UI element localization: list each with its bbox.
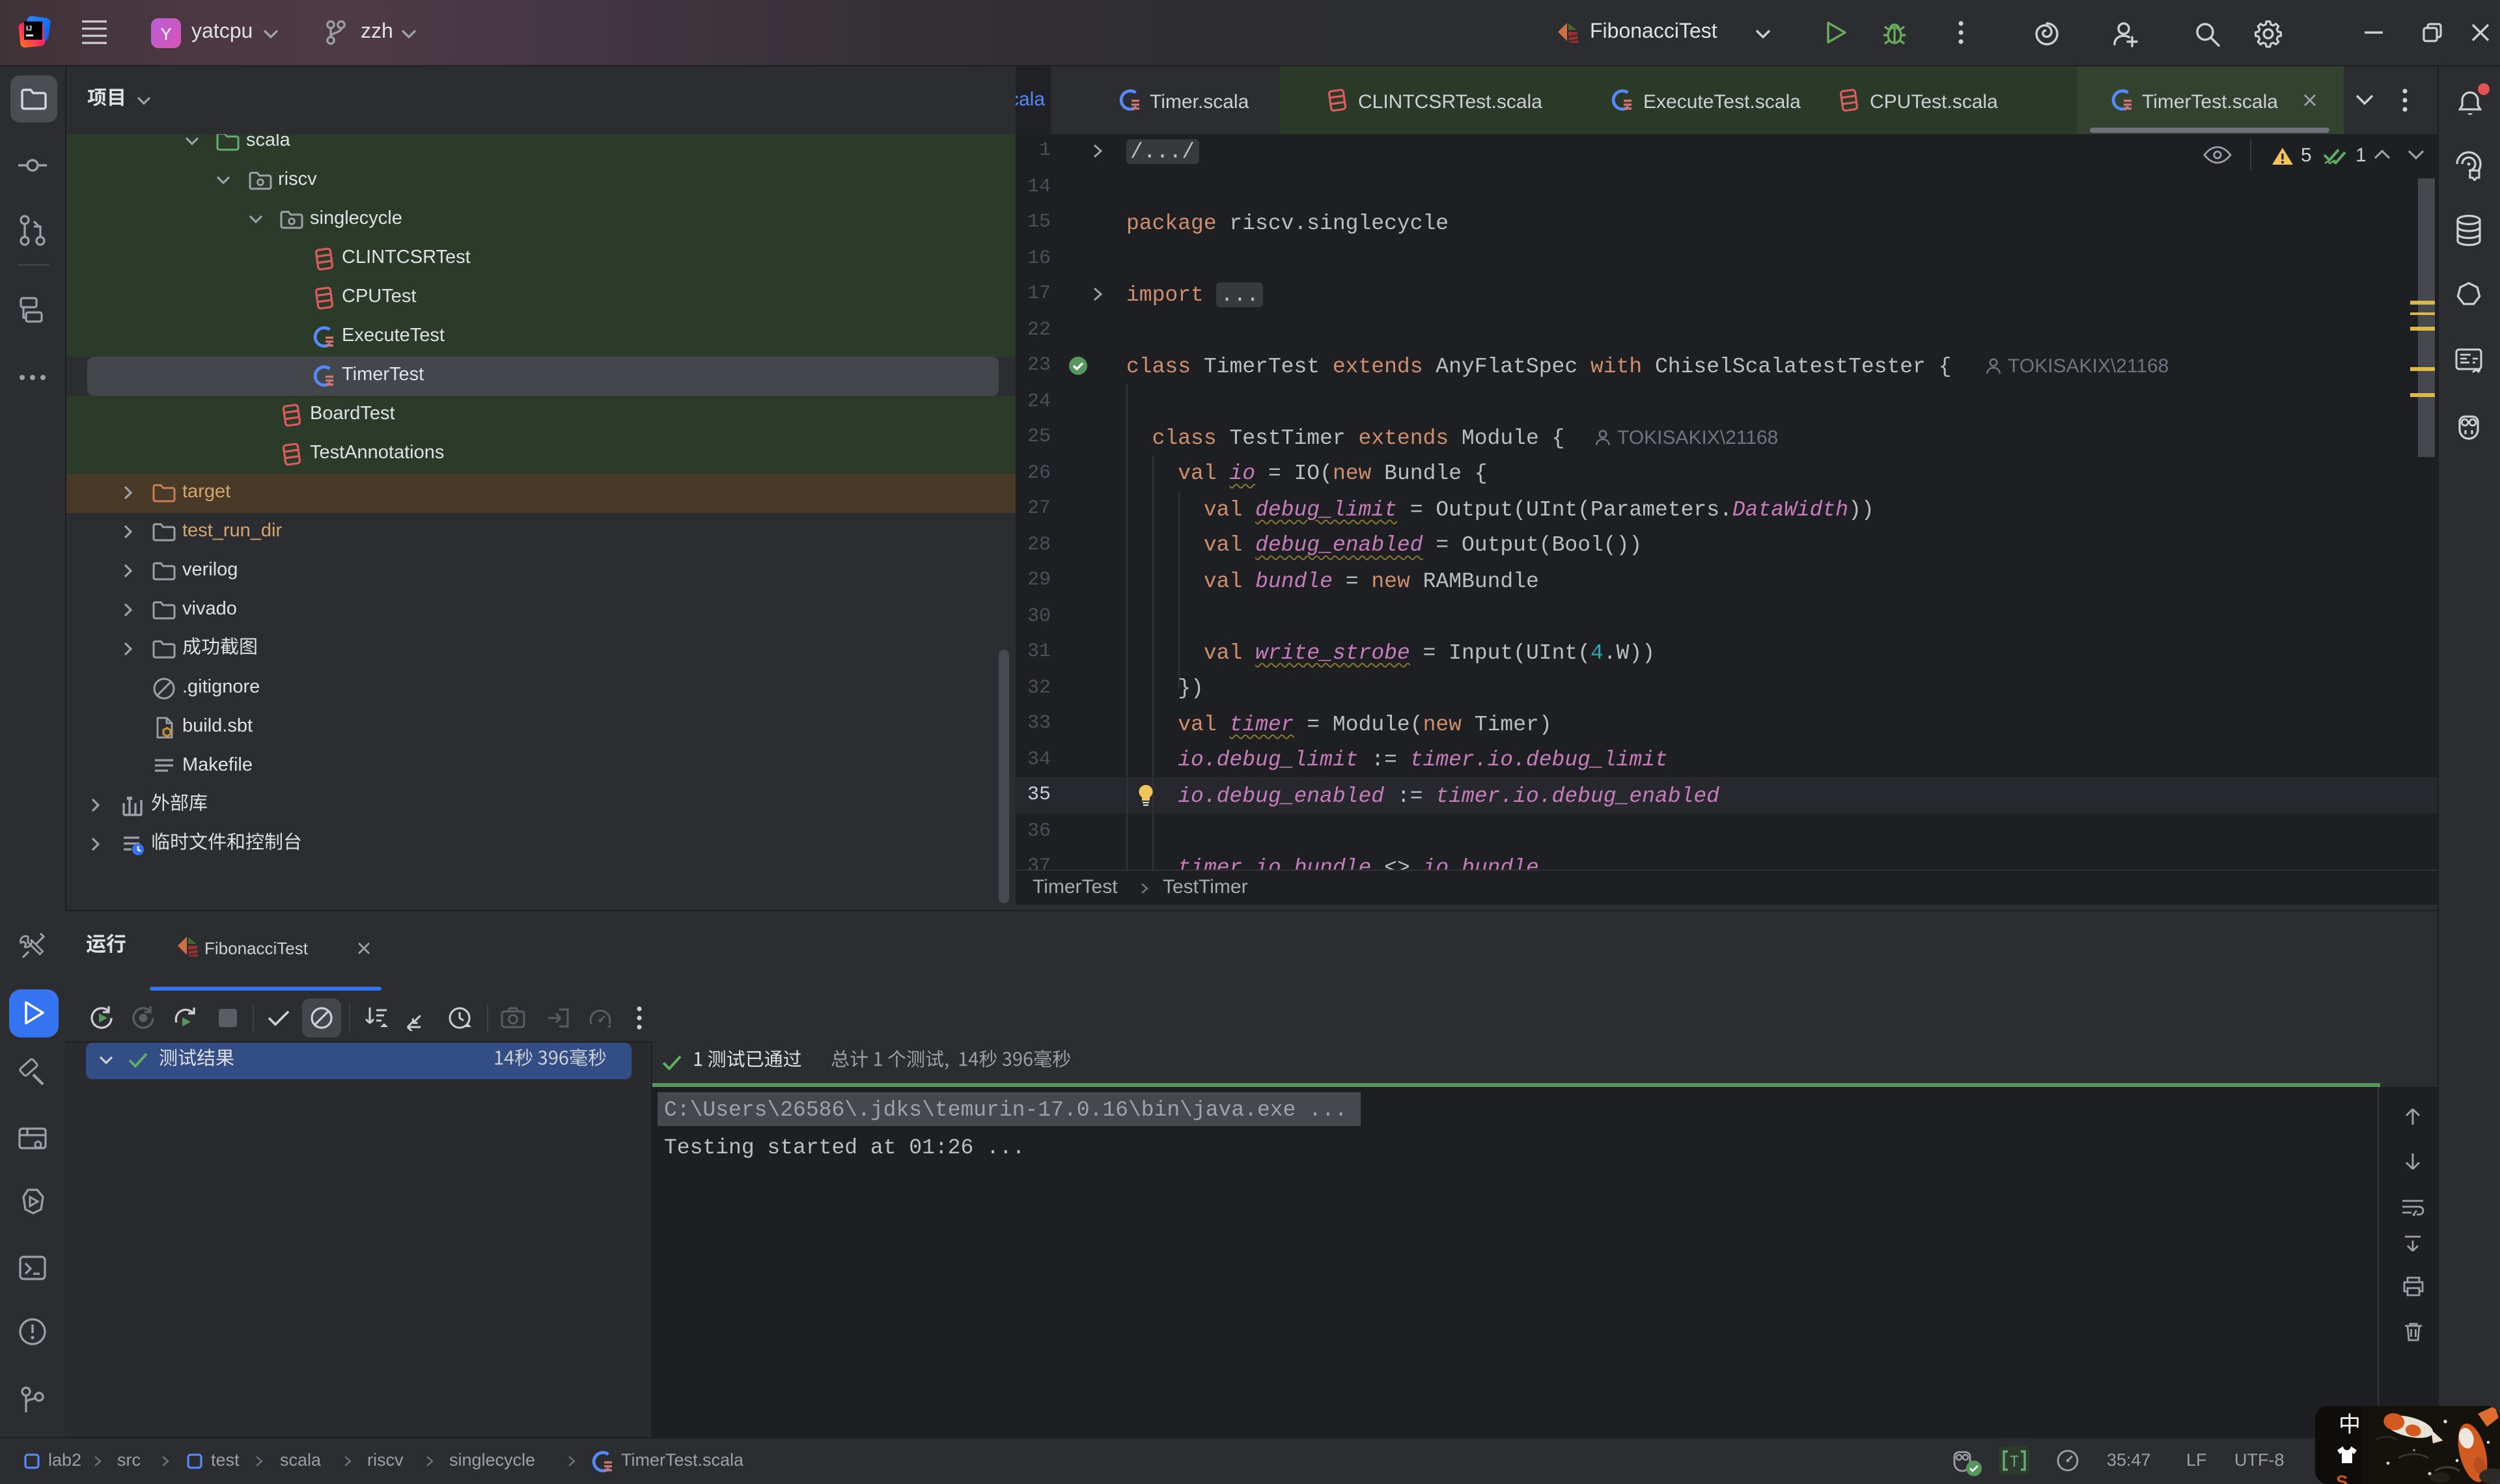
svg-text:T: T <box>2010 1453 2020 1470</box>
svg-text:Y: Y <box>160 24 171 44</box>
svg-text:IJ: IJ <box>26 25 32 33</box>
